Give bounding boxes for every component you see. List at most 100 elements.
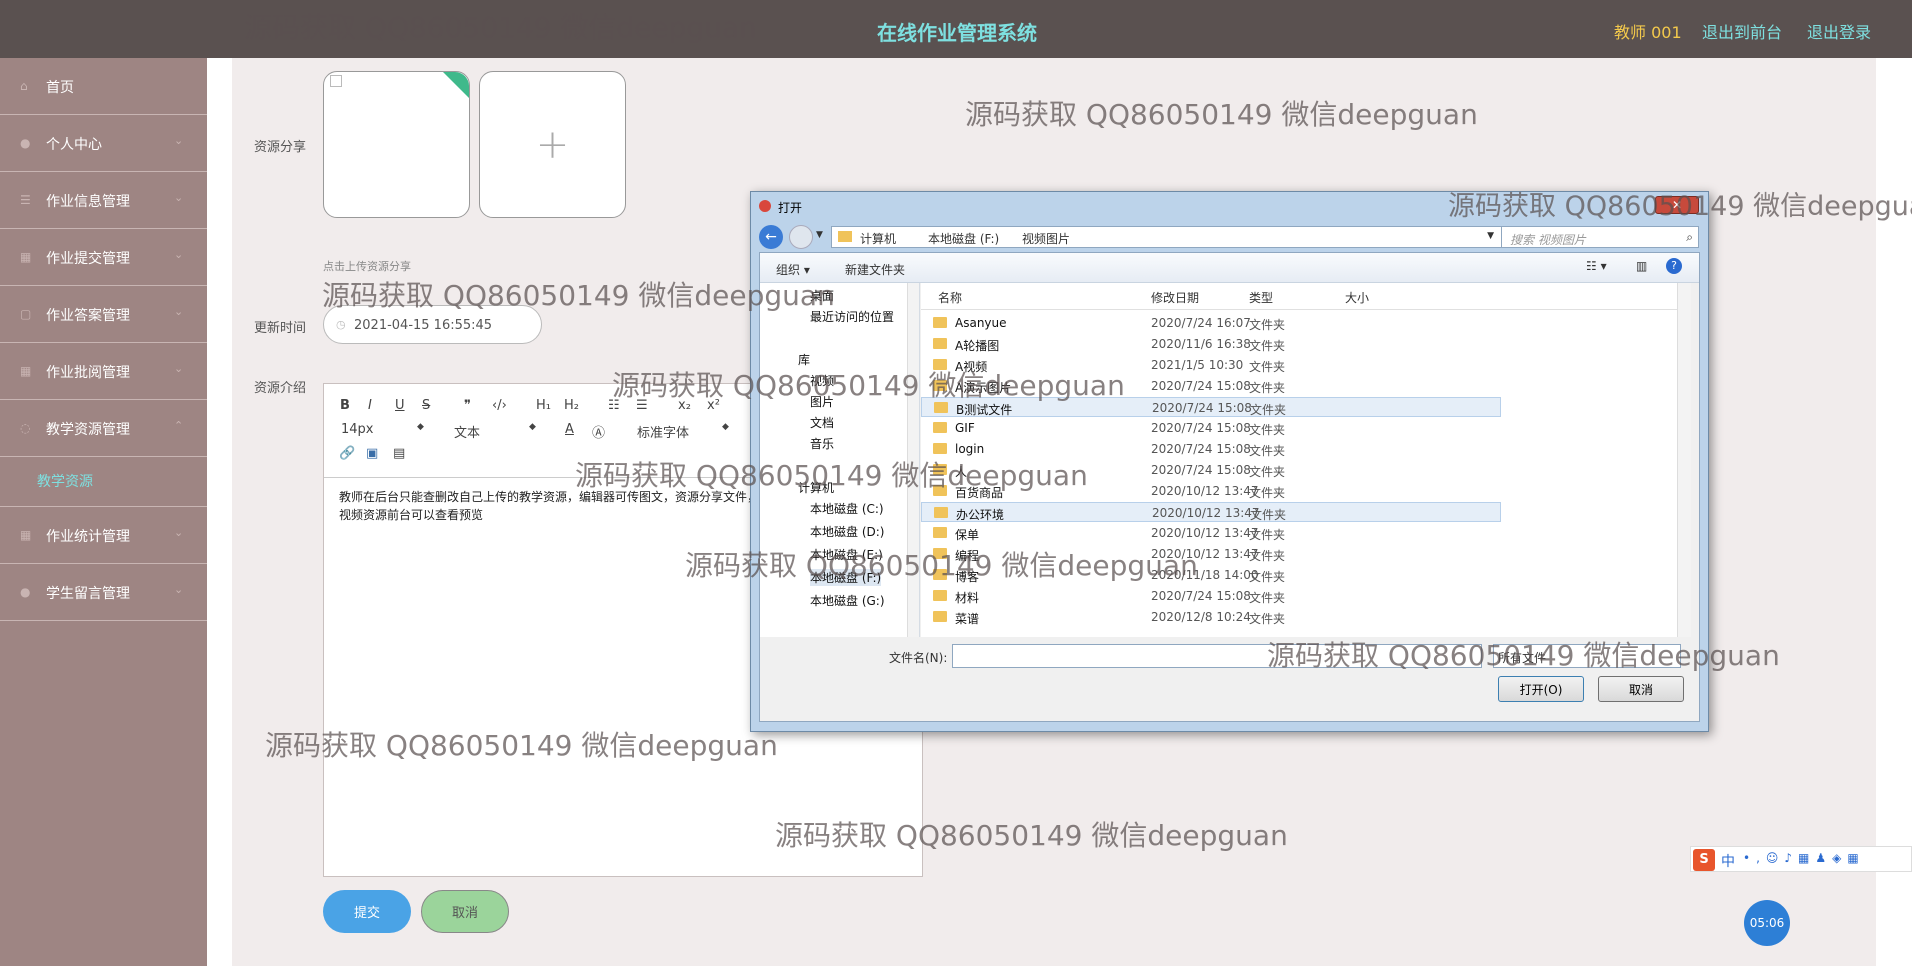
history-dropdown-icon[interactable]: ▼ [816,230,823,240]
font-family-select[interactable]: 标准字体 [637,422,689,441]
back-arrow-icon[interactable]: ← [759,225,783,249]
file-type: 文件夹 [1250,403,1287,417]
preview-pane-icon[interactable]: ▥ [1636,259,1647,273]
sidebar-item-homework-review[interactable]: ▦ 作业批阅管理 ⌄ [0,343,207,400]
files-scrollbar[interactable] [1677,283,1691,637]
forward-arrow-icon[interactable] [789,225,813,249]
sidebar-item-home[interactable]: ⌂ 首页 [0,58,207,115]
superscript-icon[interactable]: x² [707,398,720,413]
filename-input[interactable] [952,644,1482,668]
back-to-front-link[interactable]: 退出到前台 [1702,19,1782,43]
dropdown-icon[interactable]: ▼ [1487,231,1494,241]
font-color-icon[interactable]: A [565,422,574,437]
path-drive-f[interactable]: 本地磁盘 (F:) [928,230,999,247]
nav-music[interactable]: 音乐 [810,435,834,452]
list-icon: ▦ [20,528,32,542]
logout-link[interactable]: 退出登录 [1807,19,1871,43]
background-color-icon[interactable]: Ⓐ [592,422,605,441]
quote-icon[interactable]: ❞ [464,398,471,413]
column-date[interactable]: 修改日期 [1151,289,1199,306]
file-row[interactable]: 人 2020/7/24 15:08 文件夹 [921,460,1501,480]
address-bar[interactable]: 计算机 本地磁盘 (F:) 视频图片 ▼ [831,226,1503,248]
uploaded-thumbnail[interactable] [323,71,470,218]
update-time-input[interactable]: ◷ 2021-04-15 16:55:45 [323,305,542,344]
ime-toolbar[interactable]: S 中 •,☺♪▦♟◈▦ [1690,846,1912,872]
dialog-cancel-button[interactable]: 取消 [1598,676,1684,702]
nav-drive-g[interactable]: 本地磁盘 (G:) [810,592,885,609]
nav-drive-d[interactable]: 本地磁盘 (D:) [810,523,884,540]
search-icon[interactable]: ⌕ [1686,230,1693,245]
column-type[interactable]: 类型 [1249,289,1273,306]
file-row[interactable]: B测试文件 2020/7/24 15:08 文件夹 [921,397,1501,417]
open-button[interactable]: 打开(O) [1498,676,1584,702]
sidebar-item-teaching-resource[interactable]: ◌ 教学资源管理 ⌃ [0,400,207,457]
sidebar-item-homework-info[interactable]: ☰ 作业信息管理 ⌄ [0,172,207,229]
nav-drive-f[interactable]: 本地磁盘 (F:) [810,569,882,586]
file-row[interactable]: 保单 2020/10/12 13:47 文件夹 [921,523,1501,543]
upload-add-button[interactable]: + [479,71,626,218]
nav-libraries[interactable]: 库 [798,351,810,368]
video-icon[interactable]: ▤ [393,446,405,461]
font-size-select[interactable]: 14px [341,422,374,437]
file-row[interactable]: 办公环境 2020/10/12 13:47 文件夹 [921,502,1501,522]
ime-tools-icons[interactable]: •,☺♪▦♟◈▦ [1743,851,1865,865]
nav-scrollbar[interactable] [907,283,919,637]
underline-icon[interactable]: U [395,398,405,413]
file-row[interactable]: 材料 2020/7/24 15:08 文件夹 [921,586,1501,606]
file-date: 2020/12/8 10:24 [1151,610,1251,624]
sidebar-item-profile[interactable]: ● 个人中心 ⌄ [0,115,207,172]
sidebar-item-student-messages[interactable]: ● 学生留言管理 ⌄ [0,564,207,621]
submit-button[interactable]: 提交 [323,890,411,933]
close-icon[interactable]: ✕ [1655,196,1699,214]
strikethrough-icon[interactable]: S [422,398,430,413]
file-row[interactable]: A演示图片 2020/7/24 15:08 文件夹 [921,376,1501,396]
file-row[interactable]: GIF 2020/7/24 15:08 文件夹 [921,418,1501,438]
link-icon[interactable]: 🔗 [339,446,355,461]
nav-recent[interactable]: 最近访问的位置 [810,308,894,325]
cancel-button[interactable]: 取消 [421,890,509,933]
help-icon[interactable]: ? [1666,258,1682,274]
nav-pictures[interactable]: 图片 [810,393,834,410]
italic-icon[interactable]: I [368,398,372,413]
nav-videos[interactable]: 视频 [810,372,834,389]
view-menu-icon[interactable]: ☷ ▾ [1586,259,1607,273]
file-row[interactable]: login 2020/7/24 15:08 文件夹 [921,439,1501,459]
nav-documents[interactable]: 文档 [810,414,834,431]
file-name: B测试文件 [956,403,1013,417]
heading2-icon[interactable]: H₂ [564,398,579,413]
filetype-select[interactable]: 所有文件 [1493,644,1681,668]
bold-icon[interactable]: B [340,398,350,413]
file-row[interactable]: 百货商品 2020/10/12 13:47 文件夹 [921,481,1501,501]
file-row[interactable]: 菜谱 2020/12/8 10:24 文件夹 [921,607,1501,627]
text-style-select[interactable]: 文本 [454,422,480,441]
image-icon[interactable]: ▣ [366,446,378,461]
file-row[interactable]: 博客 2020/11/18 14:00 文件夹 [921,565,1501,585]
file-row[interactable]: Asanyue 2020/7/24 16:07 文件夹 [921,313,1501,333]
new-folder-button[interactable]: 新建文件夹 [845,261,905,278]
sidebar-item-homework-submit[interactable]: ▦ 作业提交管理 ⌄ [0,229,207,286]
nav-drive-c[interactable]: 本地磁盘 (C:) [810,500,884,517]
file-row[interactable]: A轮播图 2020/11/6 16:38 文件夹 [921,334,1501,354]
column-name[interactable]: 名称 [938,289,962,306]
nav-computer[interactable]: 计算机 [798,479,834,496]
organize-menu[interactable]: 组织 ▾ [776,261,810,278]
sidebar-item-homework-stats[interactable]: ▦ 作业统计管理 ⌄ [0,507,207,564]
code-icon[interactable]: ‹/› [492,398,507,413]
sidebar-item-homework-answer[interactable]: ▢ 作业答案管理 ⌄ [0,286,207,343]
timer-badge[interactable]: 05:06 [1744,900,1790,946]
ime-mode-label[interactable]: 中 [1721,851,1735,871]
editor-content[interactable]: 教师在后台只能查删改自己上传的教学资源，编辑器可传图文，资源分享文件，视频资源前… [339,488,759,524]
nav-drive-e[interactable]: 本地磁盘 (E:) [810,546,883,563]
heading1-icon[interactable]: H₁ [536,398,551,413]
subscript-icon[interactable]: x₂ [678,398,691,413]
path-folder[interactable]: 视频图片 [1022,230,1070,247]
nav-desktop[interactable]: 桌面 [810,287,834,304]
sidebar-subitem-teaching-resource[interactable]: 教学资源 [0,457,207,507]
file-row[interactable]: 编程 2020/10/12 13:47 文件夹 [921,544,1501,564]
bullet-list-icon[interactable]: ☰ [636,398,648,413]
ordered-list-icon[interactable]: ☷ [608,398,620,413]
column-size[interactable]: 大小 [1345,289,1369,306]
file-row[interactable]: A视频 2021/1/5 10:30 文件夹 [921,355,1501,375]
path-computer[interactable]: 计算机 [860,230,896,247]
search-box[interactable]: 搜索 视频图片 ⌕ [1501,226,1699,248]
